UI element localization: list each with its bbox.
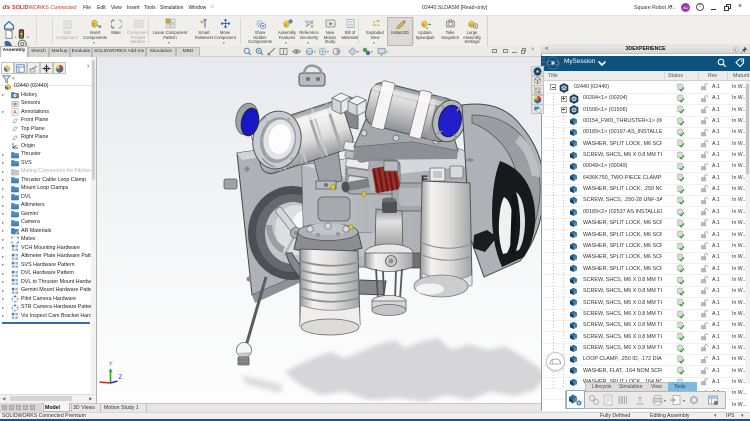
svg-text:Y: Y [109,362,113,368]
svg-text:Z: Z [119,375,123,381]
